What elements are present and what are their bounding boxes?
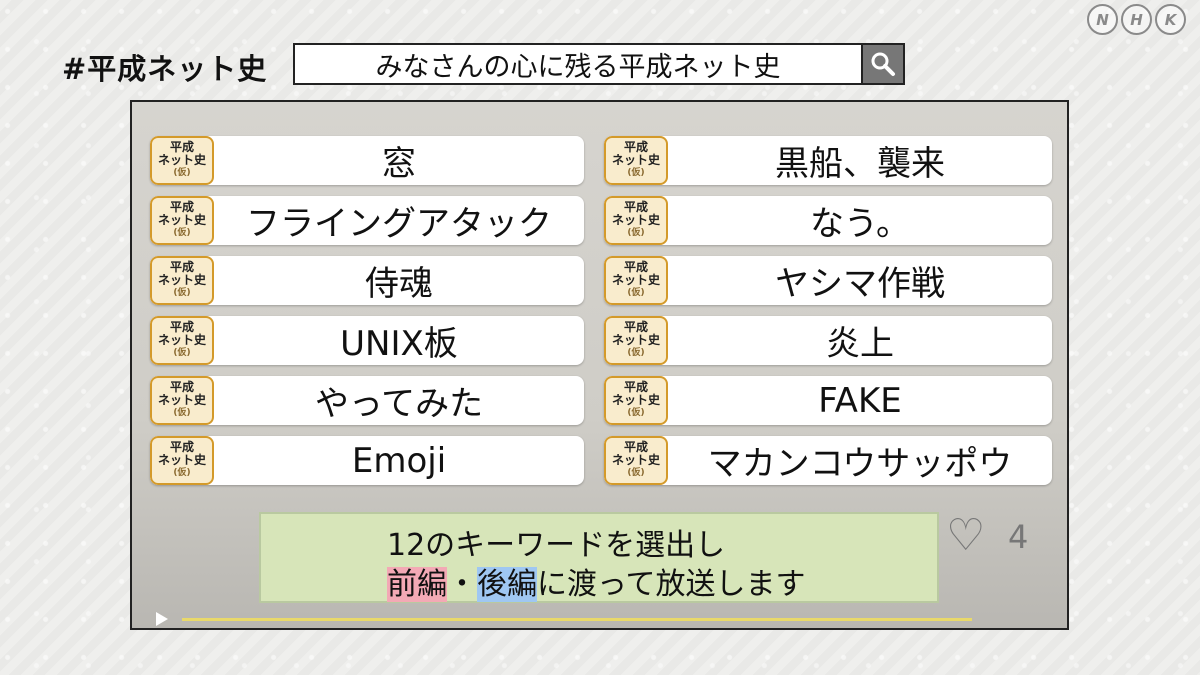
keyword-label: 窓 bbox=[382, 144, 416, 184]
logo-letter: H bbox=[1121, 4, 1152, 35]
like-count: 4 bbox=[1008, 518, 1029, 556]
keyword-label: FAKE bbox=[818, 380, 902, 421]
heisei-net-shi-badge: 平成 ネット史 (仮) bbox=[150, 136, 214, 185]
heisei-net-shi-badge: 平成 ネット史 (仮) bbox=[604, 376, 668, 425]
logo-letter: K bbox=[1155, 4, 1186, 35]
keyword-item: 平成 ネット史 (仮) Emoji bbox=[150, 436, 584, 485]
caption-separator: ・ bbox=[447, 567, 477, 602]
part2-highlight: 後編 bbox=[477, 567, 537, 602]
keyword-label: ヤシマ作戦 bbox=[775, 264, 945, 304]
search-icon bbox=[871, 52, 895, 76]
keyword-item: 平成 ネット史 (仮) マカンコウサッポウ bbox=[604, 436, 1052, 485]
keyword-label: UNIX板 bbox=[340, 324, 458, 364]
keyword-label: 炎上 bbox=[826, 324, 894, 364]
heisei-net-shi-badge: 平成 ネット史 (仮) bbox=[604, 316, 668, 365]
keyword-label: 黒船、襲来 bbox=[775, 144, 945, 184]
keyword-item: 平成 ネット史 (仮) ヤシマ作戦 bbox=[604, 256, 1052, 305]
heisei-net-shi-badge: 平成 ネット史 (仮) bbox=[604, 436, 668, 485]
keyword-item: 平成 ネット史 (仮) やってみた bbox=[150, 376, 584, 425]
keyword-label: 侍魂 bbox=[365, 264, 433, 304]
logo-letter: N bbox=[1087, 4, 1118, 35]
broadcast-caption: 12のキーワードを選出し 前編・後編に渡って放送します bbox=[259, 512, 939, 603]
keyword-item: 平成 ネット史 (仮) UNIX板 bbox=[150, 316, 584, 365]
caption-line-1: 12のキーワードを選出し bbox=[387, 528, 726, 563]
heisei-net-shi-badge: 平成 ネット史 (仮) bbox=[150, 256, 214, 305]
keyword-item: 平成 ネット史 (仮) 黒船、襲来 bbox=[604, 136, 1052, 185]
heisei-net-shi-badge: 平成 ネット史 (仮) bbox=[604, 256, 668, 305]
search-query[interactable]: みなさんの心に残る平成ネット史 bbox=[295, 45, 861, 83]
keyword-item: 平成 ネット史 (仮) 窓 bbox=[150, 136, 584, 185]
keyword-item: 平成 ネット史 (仮) FAKE bbox=[604, 376, 1052, 425]
keyword-label: マカンコウサッポウ bbox=[707, 444, 1013, 484]
keyword-item: 平成 ネット史 (仮) 侍魂 bbox=[150, 256, 584, 305]
keyword-item: 平成 ネット史 (仮) 炎上 bbox=[604, 316, 1052, 365]
keyword-item: 平成 ネット史 (仮) なう。 bbox=[604, 196, 1052, 245]
heisei-net-shi-badge: 平成 ネット史 (仮) bbox=[604, 196, 668, 245]
keyword-item: 平成 ネット史 (仮) フライングアタック bbox=[150, 196, 584, 245]
part1-highlight: 前編 bbox=[387, 567, 447, 602]
heart-icon: ♡ bbox=[946, 510, 986, 561]
nhk-logo: N H K bbox=[1087, 4, 1186, 35]
caption-line-2: 前編・後編に渡って放送します bbox=[387, 559, 806, 603]
play-icon[interactable] bbox=[156, 612, 168, 626]
search-button[interactable] bbox=[861, 45, 903, 83]
keyword-label: フライングアタック bbox=[246, 204, 552, 244]
video-progress-bar[interactable] bbox=[182, 618, 972, 621]
keyword-label: Emoji bbox=[351, 440, 447, 481]
keyword-label: やってみた bbox=[314, 384, 484, 424]
keyword-label: なう。 bbox=[810, 204, 910, 244]
caption-rest: に渡って放送します bbox=[537, 567, 806, 602]
heisei-net-shi-badge: 平成 ネット史 (仮) bbox=[604, 136, 668, 185]
heisei-net-shi-badge: 平成 ネット史 (仮) bbox=[150, 376, 214, 425]
hashtag-title: #平成ネット史 bbox=[62, 52, 268, 86]
heisei-net-shi-badge: 平成 ネット史 (仮) bbox=[150, 436, 214, 485]
heisei-net-shi-badge: 平成 ネット史 (仮) bbox=[150, 316, 214, 365]
search-bar[interactable]: みなさんの心に残る平成ネット史 bbox=[293, 43, 905, 85]
heisei-net-shi-badge: 平成 ネット史 (仮) bbox=[150, 196, 214, 245]
